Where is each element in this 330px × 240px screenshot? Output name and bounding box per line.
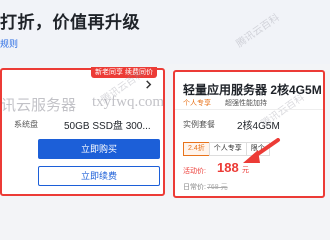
- original-price-label: 日常价:: [183, 184, 206, 191]
- chevron-right-icon[interactable]: [144, 80, 153, 89]
- spec-label: 系统盘: [14, 120, 38, 129]
- renew-button[interactable]: 立即续费: [38, 166, 160, 186]
- product-card-left: 新老同享 续费同价 讯云服务器 txyfwq.com 腾讯云百科 系统盘 50G…: [0, 67, 165, 196]
- price-label: 活动价:: [183, 168, 206, 175]
- buy-now-button[interactable]: 立即购买: [38, 139, 160, 159]
- red-arrow-icon: [243, 138, 280, 163]
- spec-value: 50GB SSD盘 300...: [64, 121, 151, 132]
- package-label: 实例套餐: [183, 120, 215, 129]
- performance-desc: 超强性能加持: [225, 100, 267, 107]
- tab-discount[interactable]: 2.4折: [183, 142, 210, 156]
- price-value: 188: [217, 160, 239, 175]
- watermark-left-text: 讯云服务器: [1, 97, 77, 114]
- page-title: 打折，价值再升级: [0, 13, 140, 32]
- package-value: 2核4G5M: [237, 121, 280, 132]
- rules-link[interactable]: 规则: [0, 37, 18, 50]
- product-card-right: 轻量应用服务器 2核4G5M 个人专享 超强性能加持 腾讯云百科 实例套餐 2核…: [173, 70, 325, 198]
- original-price-value: 768 元: [207, 184, 228, 191]
- watermark-text: 腾讯云百科: [234, 12, 282, 50]
- personal-tag: 个人专享: [183, 100, 211, 107]
- divider: [175, 109, 323, 110]
- promo-banner: 打折，价值再升级 规则 腾讯云百科: [0, 0, 330, 64]
